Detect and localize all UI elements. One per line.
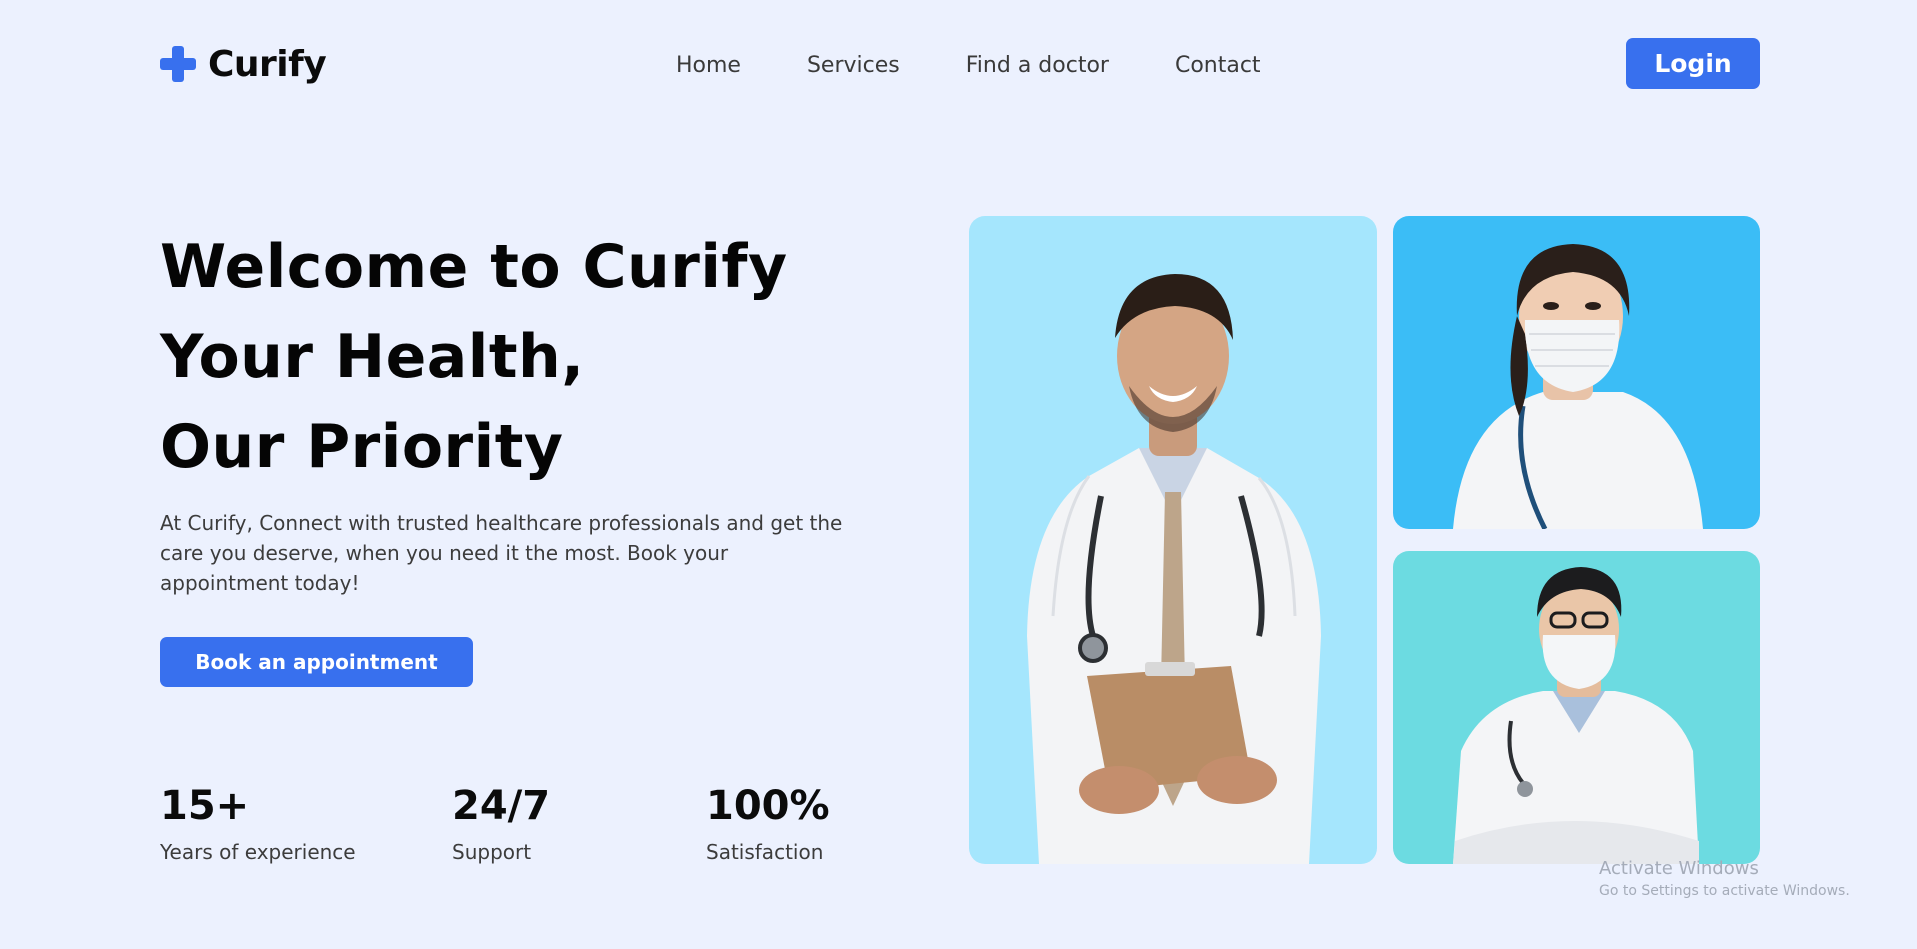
stat-label: Years of experience	[160, 840, 356, 864]
book-appointment-button[interactable]: Book an appointment	[160, 637, 473, 687]
hero-title-line-2: Your Health,	[160, 322, 585, 392]
main-nav: Home Services Find a doctor Contact	[676, 48, 1261, 82]
doctor-photo-main	[969, 216, 1377, 864]
nav-home[interactable]: Home	[676, 53, 741, 78]
hero-title-line-3: Our Priority	[160, 412, 564, 482]
masked-female-doctor-illustration	[1453, 244, 1703, 529]
doctor-photo-man	[1393, 551, 1760, 864]
stat-value: 15+	[160, 783, 250, 829]
stat-label: Support	[452, 840, 532, 864]
stat-satisfaction: 100% Satisfaction	[706, 780, 830, 864]
doctor-photo-woman	[1393, 216, 1760, 529]
smiling-doctor-illustration	[1027, 274, 1321, 864]
login-button[interactable]: Login	[1626, 38, 1760, 89]
stat-value: 24/7	[452, 783, 551, 829]
stat-support: 24/7 Support	[452, 780, 550, 864]
masked-male-doctor-illustration	[1453, 567, 1699, 864]
stat-label: Satisfaction	[706, 840, 824, 864]
brand-logo[interactable]: Curify	[160, 38, 327, 90]
windows-activation-watermark: Activate Windows Go to Settings to activ…	[1599, 858, 1850, 899]
nav-contact[interactable]: Contact	[1175, 53, 1261, 78]
medical-cross-icon	[160, 46, 196, 82]
nav-services[interactable]: Services	[807, 53, 900, 78]
watermark-title: Activate Windows	[1599, 858, 1759, 879]
hero-title-line-1: Welcome to Curify	[160, 232, 788, 302]
stat-value: 100%	[706, 783, 830, 829]
hero-description: At Curify, Connect with trusted healthca…	[160, 511, 843, 595]
hero-title: Welcome to Curify Your Health, Our Prior…	[160, 222, 920, 492]
brand-name: Curify	[208, 43, 327, 85]
nav-find-doctor[interactable]: Find a doctor	[966, 53, 1109, 78]
watermark-subtitle: Go to Settings to activate Windows.	[1599, 883, 1850, 899]
stat-experience: 15+ Years of experience	[160, 780, 356, 864]
